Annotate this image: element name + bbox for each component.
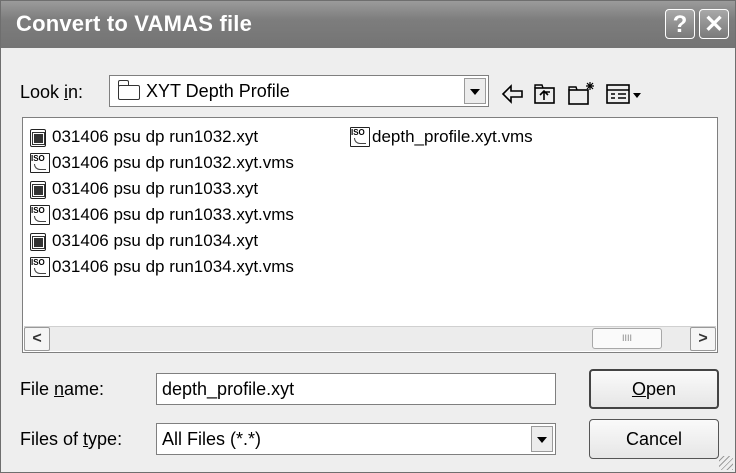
file-type-dropdown[interactable]: All Files (*.*) (156, 423, 556, 455)
close-button[interactable]: ✕ (699, 9, 729, 39)
iso-file-icon (30, 257, 50, 277)
xyt-file-icon (30, 129, 46, 147)
title-bar[interactable]: Convert to VAMAS file ? ✕ (1, 1, 735, 48)
back-arrow-icon[interactable] (501, 81, 525, 107)
open-button[interactable]: Open (589, 369, 719, 409)
folder-icon (117, 80, 140, 100)
iso-file-icon (30, 205, 50, 225)
chevron-down-icon[interactable] (464, 78, 486, 104)
cancel-button[interactable]: Cancel (589, 419, 719, 459)
new-folder-icon[interactable] (567, 81, 597, 107)
resize-grip[interactable] (719, 456, 733, 470)
look-in-label: Look in: (20, 82, 84, 102)
file-type-value: All Files (*.*) (162, 429, 262, 449)
scroll-right-button[interactable]: > (690, 327, 716, 351)
scroll-thumb[interactable]: IIII (592, 328, 662, 349)
chevron-down-icon[interactable] (531, 426, 553, 452)
look-in-dropdown[interactable]: XYT Depth Profile (109, 75, 489, 107)
look-in-value: XYT Depth Profile (146, 81, 290, 101)
up-folder-icon[interactable] (533, 81, 557, 107)
xyt-file-icon (30, 181, 46, 199)
window-title: Convert to VAMAS file (16, 11, 253, 36)
iso-file-icon (350, 127, 370, 147)
horizontal-scrollbar[interactable]: < IIII > (24, 326, 716, 351)
file-type-label: Files of type: (20, 429, 123, 449)
file-name-label: File name: (20, 379, 105, 399)
view-menu-icon[interactable] (605, 81, 643, 107)
help-button[interactable]: ? (665, 9, 695, 39)
convert-dialog: Convert to VAMAS file ? ✕ Look in: XYT D… (0, 0, 736, 473)
file-list[interactable]: 031406 psu dp run1032.xyt 031406 psu dp … (22, 117, 718, 353)
scroll-left-button[interactable]: < (24, 327, 50, 351)
file-name-input[interactable]: depth_profile.xyt (156, 373, 556, 405)
iso-file-icon (30, 153, 50, 173)
xyt-file-icon (30, 233, 46, 251)
